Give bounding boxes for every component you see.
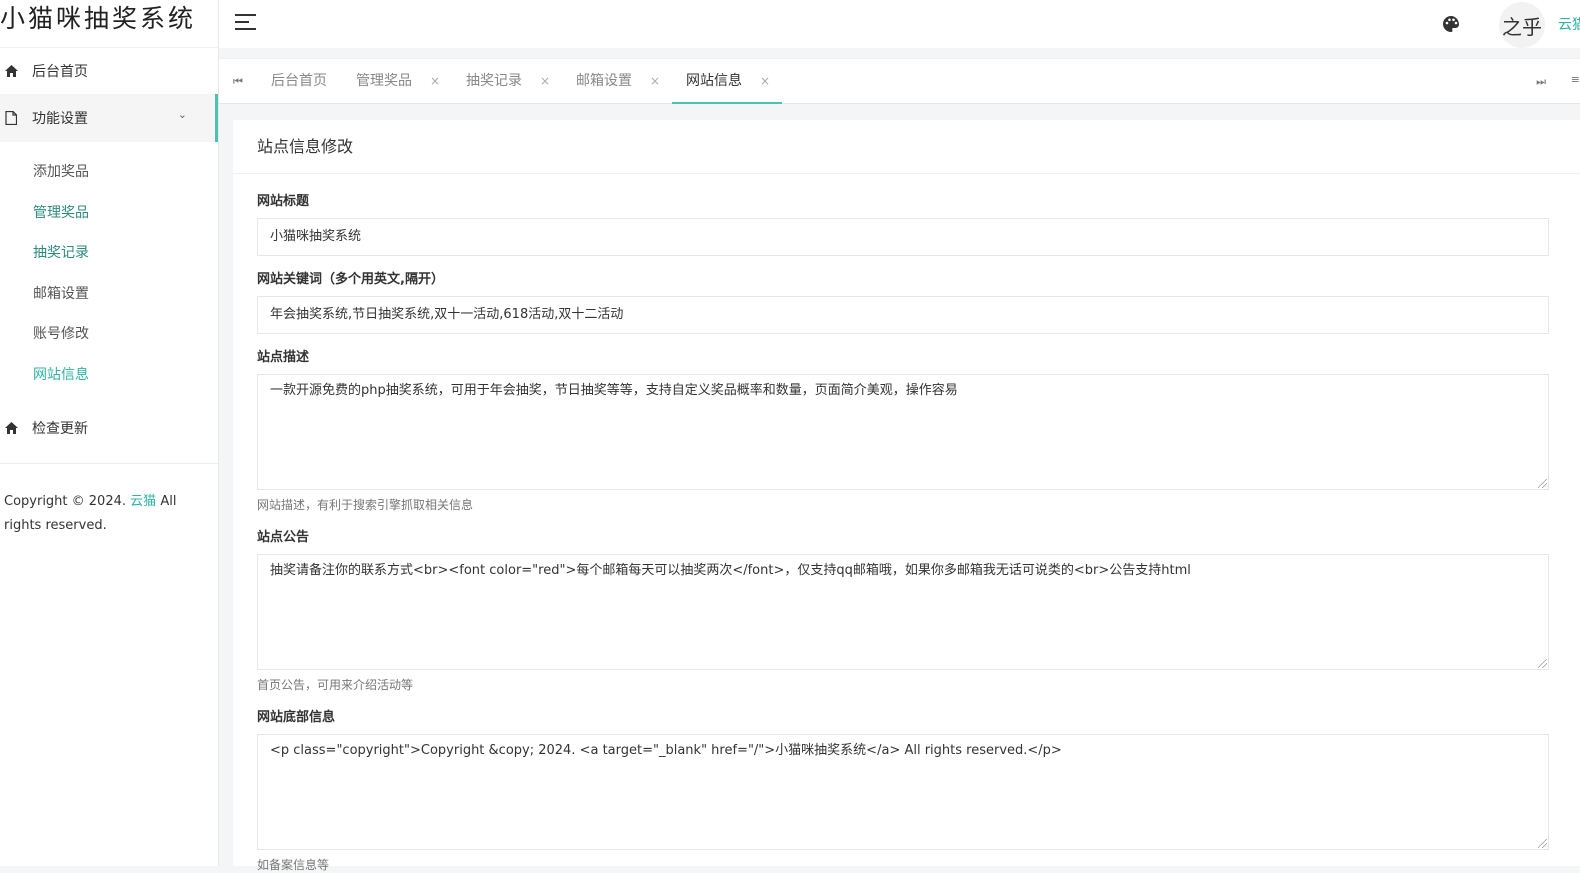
- menu-toggle-icon[interactable]: [235, 14, 256, 32]
- field-label: 站点描述: [257, 350, 310, 365]
- resize-handle-icon[interactable]: [1538, 479, 1547, 488]
- home-icon: [4, 421, 18, 435]
- tab-lottery-records[interactable]: 抽奖记录 ×: [466, 59, 550, 105]
- field-footer: 网站底部信息 <p class="copyright">Copyright &c…: [257, 708, 1549, 873]
- copyright-link[interactable]: 云猫: [130, 494, 156, 509]
- sidebar-item-add-prize[interactable]: 添加奖品: [0, 152, 218, 193]
- field-hint: 首页公告，可用来介绍活动等: [257, 678, 414, 692]
- field-notice: 站点公告 抽奖请备注你的联系方式<br><font color="red">每个…: [257, 528, 1549, 693]
- sidebar-item-account[interactable]: 账号修改: [0, 314, 218, 355]
- sidebar-subnav: 添加奖品 管理奖品 抽奖记录 邮箱设置 账号修改 网站信息: [0, 142, 218, 405]
- sidebar-item-lottery-records[interactable]: 抽奖记录: [0, 233, 218, 274]
- palette-icon[interactable]: [1442, 15, 1460, 37]
- notice-textarea[interactable]: 抽奖请备注你的联系方式<br><font color="red">每个邮箱每天可…: [257, 554, 1549, 670]
- field-keywords: 网站关键词（多个用英文,隔开） 年会抽奖系统,节日抽奖系统,双十一活动,618活…: [257, 270, 1549, 334]
- close-icon[interactable]: ×: [760, 74, 770, 88]
- tab-site-info[interactable]: 网站信息 ×: [686, 59, 770, 105]
- field-label: 网站标题: [257, 194, 310, 209]
- sidebar-item-home[interactable]: 后台首页: [0, 48, 218, 94]
- sidebar: 小猫咪抽奖系统 后台首页 功能设置 ⌄ 添加奖品 管理奖品 抽奖记录 邮箱设置 …: [0, 0, 219, 866]
- description-textarea[interactable]: 一款开源免费的php抽奖系统，可用于年会抽奖，节日抽奖等等，支持自定义奖品概率和…: [257, 374, 1549, 490]
- sidebar-item-manage-prize[interactable]: 管理奖品: [0, 193, 218, 234]
- site-title-input[interactable]: 小猫咪抽奖系统: [257, 218, 1549, 256]
- field-label: 网站关键词（多个用英文,隔开）: [257, 272, 444, 287]
- keywords-input[interactable]: 年会抽奖系统,节日抽奖系统,双十一活动,618活动,双十二活动: [257, 296, 1549, 334]
- footer-textarea[interactable]: <p class="copyright">Copyright &copy; 20…: [257, 734, 1549, 850]
- field-site-title: 网站标题 小猫咪抽奖系统: [257, 192, 1549, 256]
- active-tab-indicator: [672, 102, 782, 104]
- file-icon: [4, 111, 18, 125]
- sidebar-item-mail-settings[interactable]: 邮箱设置: [0, 274, 218, 315]
- avatar[interactable]: 之乎: [1499, 2, 1545, 48]
- top-header: 之乎 云猫: [219, 0, 1580, 48]
- more-icon[interactable]: ≡: [1571, 73, 1580, 86]
- card-title: 站点信息修改: [233, 120, 1580, 174]
- resize-handle-icon[interactable]: [1538, 839, 1547, 848]
- home-icon: [4, 64, 18, 78]
- tabs-next-icon[interactable]: ⏭: [1536, 75, 1546, 89]
- site-info-card: 站点信息修改 网站标题 小猫咪抽奖系统 网站关键词（多个用英文,隔开） 年会抽奖…: [233, 120, 1580, 872]
- username-link[interactable]: 云猫: [1558, 14, 1580, 34]
- field-label: 站点公告: [257, 530, 310, 545]
- field-description: 站点描述 一款开源免费的php抽奖系统，可用于年会抽奖，节日抽奖等等，支持自定义…: [257, 348, 1549, 513]
- close-icon[interactable]: ×: [650, 74, 660, 88]
- sidebar-item-site-info[interactable]: 网站信息: [0, 355, 218, 396]
- sidebar-item-label: 检查更新: [32, 421, 88, 437]
- field-hint: 如备案信息等: [257, 858, 330, 872]
- sidebar-group-label: 功能设置: [32, 111, 88, 127]
- tabs-prev-icon[interactable]: ⏮: [233, 75, 243, 89]
- sidebar-item-label: 后台首页: [32, 64, 88, 80]
- tabs-bar: ⏮ 后台首页 管理奖品 × 抽奖记录 × 邮箱设置 × 网站信息 × ⏭ ≡: [219, 58, 1580, 104]
- sidebar-group-settings[interactable]: 功能设置 ⌄: [0, 94, 218, 142]
- tab-manage-prize[interactable]: 管理奖品 ×: [356, 59, 440, 105]
- close-icon[interactable]: ×: [430, 74, 440, 88]
- field-hint: 网站描述，有利于搜索引擎抓取相关信息: [257, 498, 474, 512]
- sidebar-copyright: Copyright © 2024. 云猫 All rights reserved…: [4, 494, 177, 533]
- resize-handle-icon[interactable]: [1538, 659, 1547, 668]
- tab-mail-settings[interactable]: 邮箱设置 ×: [576, 59, 660, 105]
- tab-home[interactable]: 后台首页: [271, 59, 327, 105]
- app-logo: 小猫咪抽奖系统: [0, 0, 218, 48]
- sidebar-item-check-update[interactable]: 检查更新: [0, 405, 218, 451]
- field-label: 网站底部信息: [257, 710, 336, 725]
- chevron-down-icon: ⌄: [177, 108, 187, 121]
- close-icon[interactable]: ×: [540, 74, 550, 88]
